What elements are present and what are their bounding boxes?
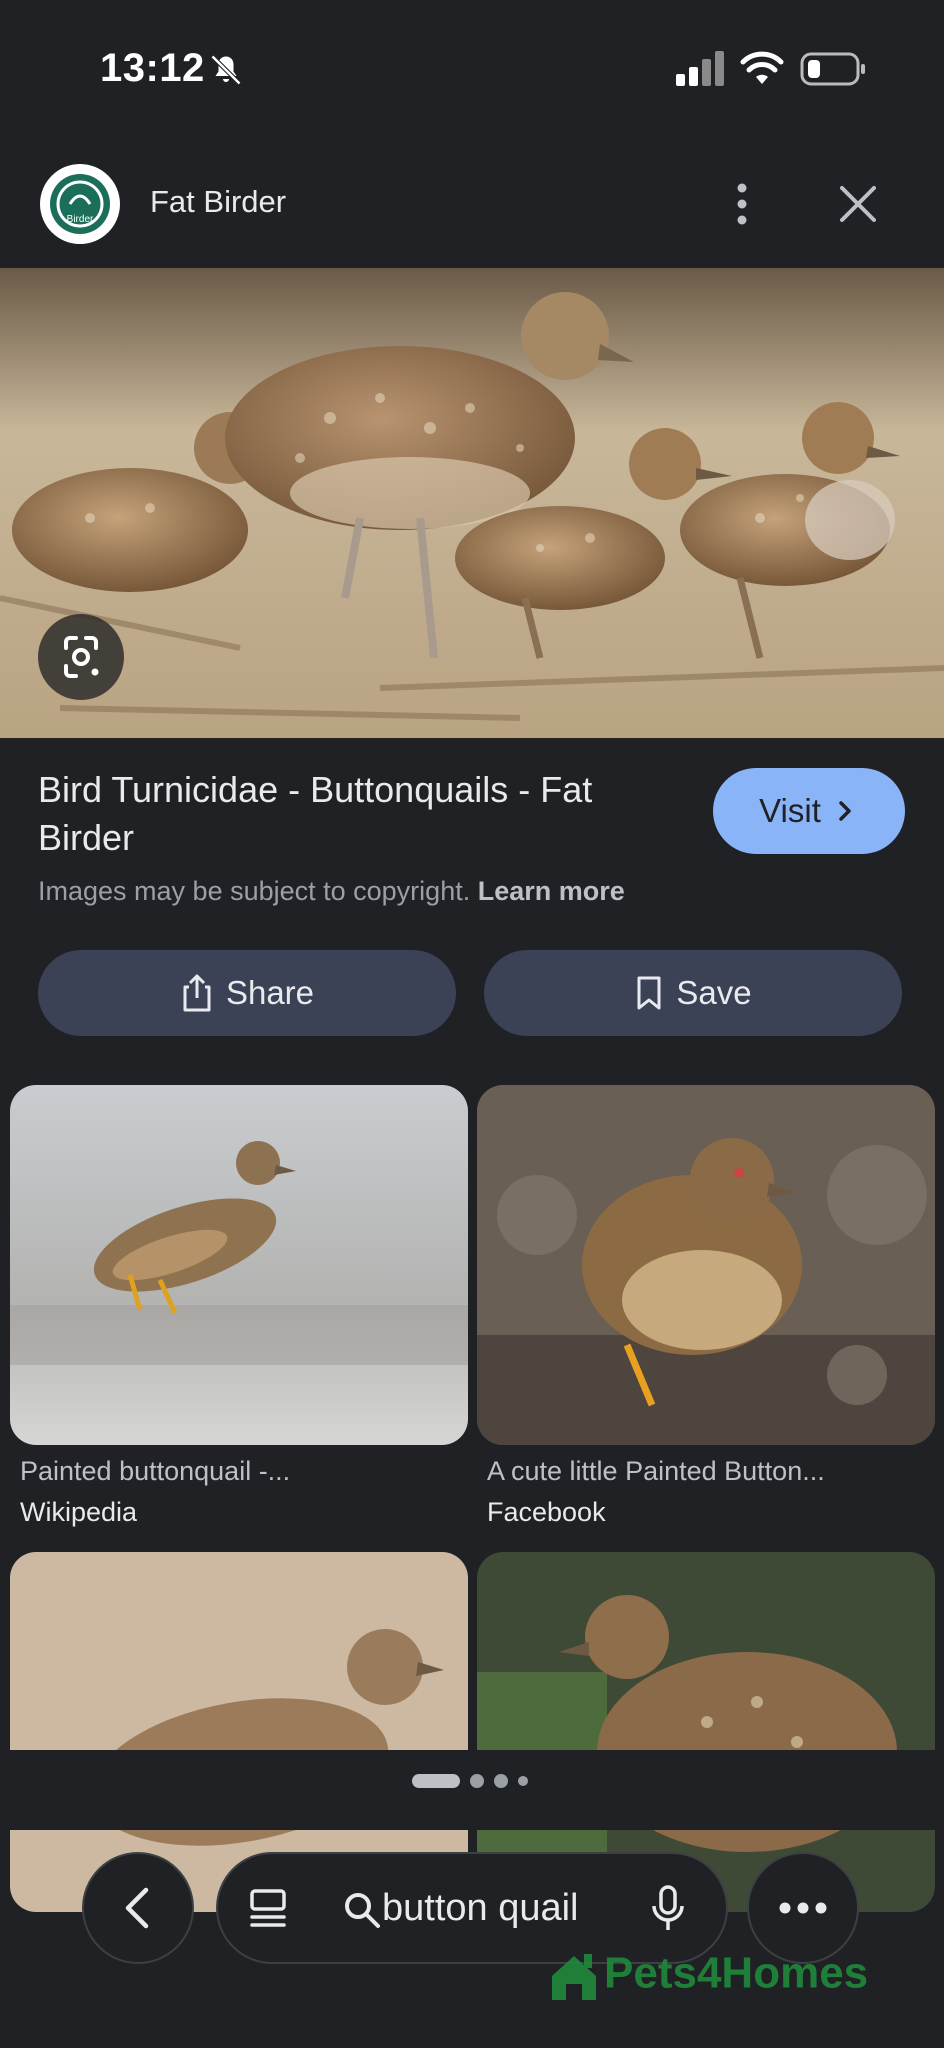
hero-image[interactable] <box>0 268 944 738</box>
cellular-signal-icon <box>676 51 724 86</box>
tabs-icon <box>250 1889 286 1927</box>
save-label: Save <box>676 974 752 1011</box>
watermark-logo: Pets4Homes <box>548 1948 868 2004</box>
buttonquail-family-image <box>0 268 944 738</box>
watermark-text: Pets4Homes <box>604 1948 869 1998</box>
copyright-text: Images may be subject to copyright. <box>38 876 471 906</box>
chevron-right-icon <box>839 801 851 821</box>
related-source-2: Facebook <box>487 1497 606 1527</box>
pets4homes-house-icon <box>552 1954 596 2000</box>
bell-off-icon <box>210 54 242 86</box>
painted-buttonquail-thumbnail <box>10 1085 468 1445</box>
search-icon <box>345 1893 380 1928</box>
visit-label: Visit <box>759 792 821 829</box>
search-query[interactable]: button quail <box>382 1887 579 1930</box>
related-title-1[interactable]: Painted buttonquail -... <box>20 1456 460 1487</box>
learn-more-link[interactable]: Learn more <box>478 876 625 906</box>
wifi-icon <box>740 51 784 84</box>
google-lens-button[interactable] <box>38 614 124 700</box>
page-indicator <box>412 1774 528 1788</box>
back-button[interactable] <box>82 1852 194 1964</box>
chevron-left-icon <box>125 1887 149 1929</box>
save-button[interactable]: Save <box>484 950 902 1036</box>
page-dot <box>494 1774 508 1788</box>
bookmark-icon <box>637 976 661 1010</box>
related-title-2[interactable]: A cute little Painted Button... <box>487 1456 927 1487</box>
site-name[interactable]: Fat Birder <box>150 184 286 220</box>
page-dot <box>518 1776 528 1786</box>
more-options-icon[interactable] <box>724 180 760 228</box>
page-dot-active <box>412 1774 460 1788</box>
share-icon <box>183 974 211 1012</box>
image-title[interactable]: Bird Turnicidae - Buttonquails - Fat Bir… <box>38 766 698 862</box>
share-button[interactable]: Share <box>38 950 456 1036</box>
status-time: 13:12 <box>100 46 205 90</box>
lens-icon <box>64 636 99 678</box>
svg-text:Birder: Birder <box>67 214 94 225</box>
microphone-icon[interactable] <box>650 1884 686 1934</box>
related-image-2[interactable] <box>477 1085 935 1445</box>
cute-buttonquail-thumbnail <box>477 1085 935 1445</box>
page-dot <box>470 1774 484 1788</box>
site-logo[interactable]: Birder <box>40 164 120 244</box>
share-label: Share <box>225 974 315 1011</box>
bottom-sheet-divider <box>0 1750 944 1830</box>
battery-icon <box>800 52 865 86</box>
close-icon[interactable] <box>838 184 878 224</box>
copyright-notice: Images may be subject to copyright. Lear… <box>38 876 625 907</box>
more-horiz-icon <box>779 1902 827 1914</box>
fat-birder-logo-icon: Birder <box>50 174 110 234</box>
visit-button[interactable]: Visit <box>713 768 905 854</box>
related-image-1[interactable] <box>10 1085 468 1445</box>
related-source-1: Wikipedia <box>20 1497 138 1527</box>
